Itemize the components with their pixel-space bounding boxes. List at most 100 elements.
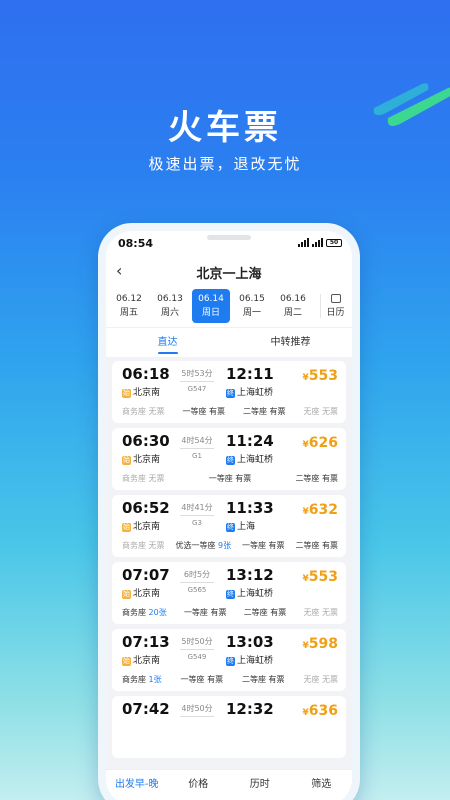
date-weekday: 周日: [201, 308, 220, 318]
arrival-time: 12:32: [226, 700, 274, 718]
battery-icon: 50: [326, 238, 342, 247]
train-list: 06:18 5时53分 12:11 ¥553 G547 始北京南终上海虹桥 商务座 无票 一等…: [106, 357, 352, 758]
duration: 5时50分: [181, 637, 213, 646]
arrival-time: 13:12: [226, 566, 274, 584]
bottom-filter-bar: 出发早-晚 价格 历时 筛选: [106, 769, 352, 800]
seat-class: 二等座 有票: [295, 474, 338, 483]
date-value: 06.16: [280, 294, 306, 304]
arrival-time: 11:33: [226, 499, 274, 517]
duration-line: [180, 448, 214, 449]
date-value: 06.13: [157, 294, 183, 304]
date-item[interactable]: 06.15 周一: [233, 289, 271, 323]
seat-class: 一等座 有票: [208, 474, 252, 483]
seat-class: 商务座 20张: [122, 608, 167, 617]
signal-icon: [298, 238, 309, 247]
seat-class: 商务座 无票: [122, 474, 165, 483]
origin-name: 北京南: [133, 388, 161, 398]
phone-screen: 08:54 50 ‹ 北京一上海 06.12 周五 06.13 周六 06.14 周日…: [106, 231, 352, 800]
destination-station: 终上海虹桥: [226, 385, 273, 398]
end-tag: 终: [226, 389, 235, 398]
price-value: 626: [308, 435, 338, 451]
train-card[interactable]: 07:42 4时50分 12:32 ¥636: [112, 696, 346, 758]
date-value: 06.12: [116, 294, 142, 304]
hero-subtitle: 极速出票，退改无忧: [148, 155, 302, 173]
calendar-button[interactable]: 日历: [320, 294, 348, 318]
hero-title: 火车票: [168, 108, 282, 148]
date-item-selected[interactable]: 06.14 周日: [192, 289, 230, 323]
origin-station: 始北京南: [122, 452, 160, 465]
date-weekday: 周二: [283, 308, 302, 318]
departure-time: 06:18: [122, 365, 170, 383]
train-card[interactable]: 06:30 4时54分 11:24 ¥626 G1 始北京南 终上海虹桥 商务座 无票 一等座 …: [112, 428, 346, 490]
train-number: G547: [187, 385, 207, 393]
departure-time: 07:07: [122, 566, 170, 584]
tab-transfer[interactable]: 中转推荐: [229, 328, 352, 357]
duration: 6时5分: [183, 570, 211, 579]
seat-class: 一等座 有票: [242, 541, 285, 550]
departure-time: 06:30: [122, 432, 170, 450]
date-item[interactable]: 06.12 周五: [110, 289, 148, 323]
departure-time: 07:13: [122, 633, 170, 651]
seat-class: 一等座 有票: [182, 407, 226, 416]
train-card[interactable]: 06:18 5时53分 12:11 ¥553 G547 始北京南 终上海虹桥 商务座 无票 一等…: [112, 361, 346, 423]
end-tag: 终: [226, 590, 235, 599]
start-tag: 始: [122, 657, 131, 666]
seat-availability: 商务座 无票 一等座 有票 二等座 有票 无座 无票: [122, 406, 338, 417]
duration: 4时41分: [181, 503, 213, 512]
train-card[interactable]: 07:13 5时50分 13:03 ¥598 G549 始北京南 终上海虹桥 商务座 1张 一等…: [112, 629, 346, 691]
origin-name: 北京南: [133, 522, 161, 532]
start-tag: 始: [122, 590, 131, 599]
filter-button[interactable]: 筛选: [291, 770, 353, 800]
date-item[interactable]: 06.13 周六: [151, 289, 189, 323]
origin-station: 始北京南: [122, 519, 160, 532]
seat-class: 商务座 无票: [122, 407, 165, 416]
duration-line: [180, 381, 214, 382]
start-tag: 始: [122, 523, 131, 532]
date-weekday: 周六: [160, 308, 179, 318]
destination-station: 终上海虹桥: [226, 653, 273, 666]
duration-line: [180, 716, 214, 717]
departure-time: 07:42: [122, 700, 170, 718]
price: ¥626: [303, 435, 339, 451]
date-value: 06.15: [239, 294, 265, 304]
price-value: 553: [308, 368, 338, 384]
destination-station: 终上海: [226, 519, 255, 532]
tab-direct[interactable]: 直达: [106, 328, 229, 357]
origin-station: 始北京南: [122, 653, 160, 666]
start-tag: 始: [122, 456, 131, 465]
price: ¥632: [303, 502, 339, 518]
status-bar: 08:54 50: [106, 231, 352, 255]
origin-name: 北京南: [133, 589, 161, 599]
train-card[interactable]: 07:07 6时5分 13:12 ¥553 G565 始北京南 终上海虹桥 商务座 20张 一等…: [112, 562, 346, 624]
calendar-icon: [330, 294, 341, 303]
train-number: G565: [187, 586, 207, 594]
seat-class: 一等座 有票: [183, 608, 227, 617]
duration: 5时53分: [181, 369, 213, 378]
train-number: G3: [192, 519, 202, 527]
train-card[interactable]: 06:52 4时41分 11:33 ¥632 G3 始北京南 终上海 商务座 无票 优选一等座 …: [112, 495, 346, 557]
departure-time: 06:52: [122, 499, 170, 517]
destination-name: 上海虹桥: [237, 656, 274, 666]
duration-line: [180, 649, 214, 650]
seat-class: 商务座 1张: [122, 675, 162, 684]
date-item[interactable]: 06.16 周二: [274, 289, 312, 323]
sort-price-button[interactable]: 价格: [168, 770, 230, 800]
arrival-time: 11:24: [226, 432, 274, 450]
seat-class: 无座 无票: [303, 675, 338, 684]
end-tag: 终: [226, 456, 235, 465]
duration-line: [180, 515, 214, 516]
nav-bar: ‹ 北京一上海: [106, 255, 352, 285]
date-selector: 06.12 周五 06.13 周六 06.14 周日 06.15 周一 06.16 周二 …: [106, 285, 352, 327]
sort-duration-button[interactable]: 历时: [229, 770, 291, 800]
price-value: 632: [308, 502, 338, 518]
duration: 4时54分: [181, 436, 213, 445]
seat-class: 二等座 有票: [295, 541, 338, 550]
start-tag: 始: [122, 389, 131, 398]
price: ¥553: [303, 569, 339, 585]
seat-class: 一等座 有票: [180, 675, 224, 684]
sort-departure-button[interactable]: 出发早-晚: [106, 770, 168, 800]
price-value: 598: [308, 636, 338, 652]
destination-name: 上海: [237, 522, 256, 532]
date-weekday: 周五: [119, 308, 138, 318]
price-value: 636: [308, 703, 338, 719]
